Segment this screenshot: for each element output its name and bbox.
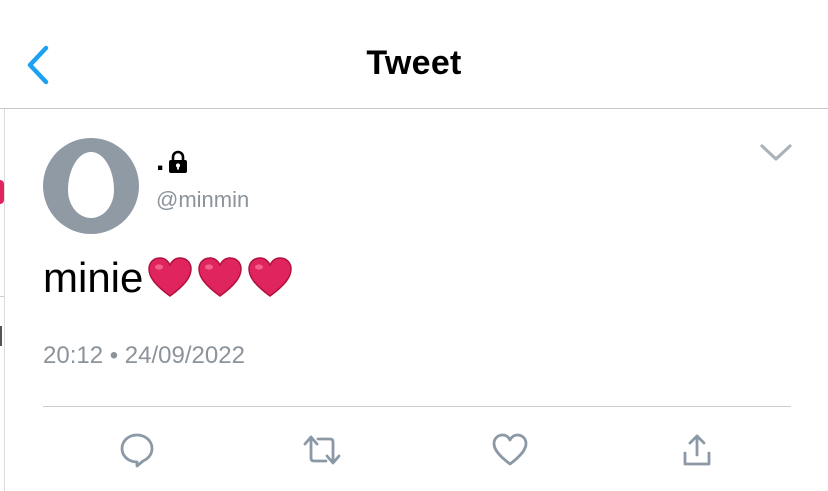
retweet-icon — [303, 435, 341, 465]
divider — [43, 406, 791, 407]
background-panel-divider — [0, 296, 4, 297]
tweet-menu-button[interactable] — [758, 140, 794, 166]
background-panel-mark — [0, 326, 2, 346]
reply-button[interactable] — [117, 430, 157, 470]
tweet-body: minie — [43, 254, 144, 301]
background-panel-accent — [0, 180, 4, 204]
red-heart-icon — [198, 257, 243, 297]
display-name: . — [156, 144, 165, 177]
comment-icon — [120, 433, 154, 468]
user-handle[interactable]: @minmin — [156, 187, 249, 213]
author-name-row[interactable]: . — [156, 146, 188, 176]
share-button[interactable] — [677, 430, 717, 470]
default-egg-avatar-icon — [68, 152, 114, 218]
red-heart-icon — [148, 257, 193, 297]
avatar[interactable] — [43, 138, 139, 234]
background-panel-edge — [0, 109, 5, 491]
like-button[interactable] — [490, 430, 530, 470]
tweet-timestamp[interactable]: 20:12 • 24/09/2022 — [43, 342, 245, 370]
red-heart-icon — [248, 257, 293, 297]
heart-outline-icon — [492, 433, 528, 466]
chevron-down-icon — [760, 144, 792, 161]
share-icon — [683, 434, 711, 466]
page-title: Tweet — [366, 44, 462, 82]
lock-icon — [169, 150, 188, 173]
top-bar: Tweet — [0, 0, 828, 109]
retweet-button[interactable] — [302, 430, 342, 470]
tweet-text: minie — [43, 254, 293, 302]
